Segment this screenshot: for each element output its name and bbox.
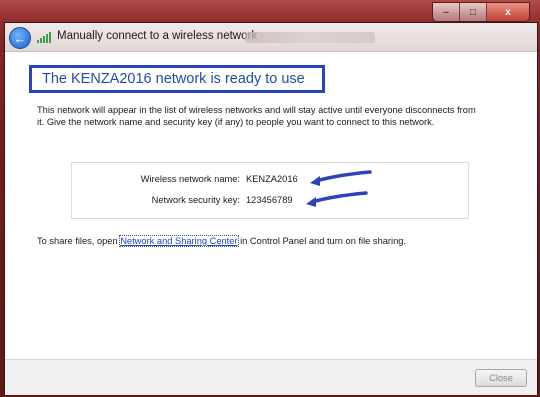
blurred-title-suffix <box>245 32 375 43</box>
share-instructions: To share files, open Network and Sharing… <box>37 235 407 247</box>
network-sharing-center-link[interactable]: Network and Sharing Center <box>119 235 239 247</box>
minimize-button[interactable]: – <box>433 3 460 21</box>
security-key-label: Network security key: <box>151 195 240 205</box>
network-name-value: KENZA2016 <box>246 174 298 184</box>
share-prefix-text: To share files, open <box>37 236 121 246</box>
page-heading: The KENZA2016 network is ready to use <box>42 71 305 87</box>
security-key-value: 123456789 <box>246 195 293 205</box>
window-close-button[interactable]: x <box>487 3 529 21</box>
description-text: This network will appear in the list of … <box>37 105 476 127</box>
annotation-arrow-icon <box>306 191 368 207</box>
wizard-title: Manually connect to a wireless network <box>57 30 258 42</box>
back-button[interactable]: ← <box>9 27 31 49</box>
dialog-client-area: ← Manually connect to a wireless network… <box>4 22 538 395</box>
close-button[interactable]: Close <box>475 369 527 387</box>
security-key-row: Network security key: 123456789 <box>72 195 470 209</box>
caption-buttons: – □ x <box>432 2 530 22</box>
network-name-row: Wireless network name: KENZA2016 <box>72 174 470 188</box>
wireless-signal-icon <box>37 32 51 43</box>
wizard-header: ← Manually connect to a wireless network <box>5 23 537 52</box>
share-suffix-text: in Control Panel and turn on file sharin… <box>237 236 407 246</box>
dialog-footer: Close <box>5 359 537 395</box>
heading-highlight-box: The KENZA2016 network is ready to use <box>29 65 325 93</box>
maximize-button[interactable]: □ <box>460 3 487 21</box>
network-info-box: Wireless network name: KENZA2016 Network… <box>71 162 469 219</box>
annotation-arrow-icon <box>310 170 372 186</box>
back-arrow-icon: ← <box>13 30 27 46</box>
network-name-label: Wireless network name: <box>140 174 240 184</box>
